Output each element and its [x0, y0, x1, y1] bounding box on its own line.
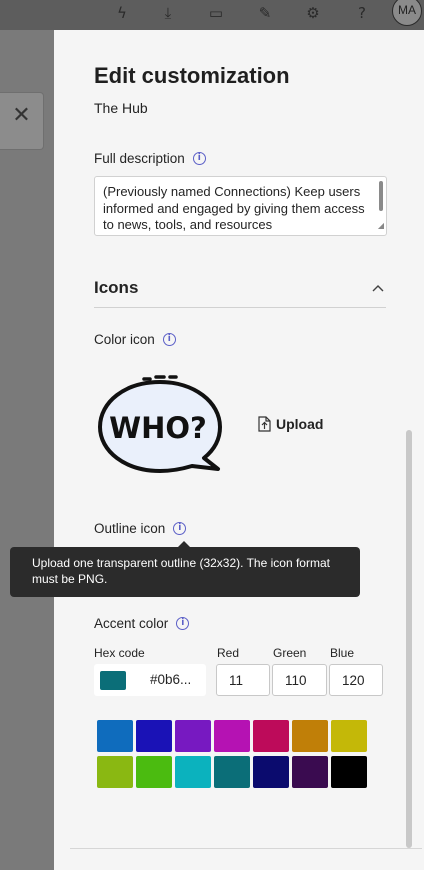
divider	[70, 848, 422, 849]
color-swatch[interactable]	[175, 720, 211, 752]
red-input[interactable]: 11	[216, 664, 270, 696]
color-icon-text: WHO?	[109, 411, 207, 445]
color-swatch[interactable]	[253, 720, 289, 752]
color-swatch[interactable]	[214, 720, 250, 752]
background-close-card: ✕	[0, 92, 44, 150]
blue-label: Blue	[330, 646, 355, 660]
info-icon[interactable]: i	[162, 333, 176, 346]
info-icon[interactable]: i	[173, 522, 187, 535]
blue-input[interactable]: 120	[329, 664, 383, 696]
edit-customization-panel: Edit customization The Hub Full descript…	[54, 30, 424, 870]
panel-title: Edit customization	[94, 63, 290, 88]
green-label: Green	[273, 646, 307, 660]
hex-code-label: Hex code	[94, 646, 145, 660]
accent-color-label-text: Accent color	[94, 616, 169, 631]
icons-section-title: Icons	[94, 278, 139, 297]
chevron-up-icon[interactable]	[372, 282, 384, 294]
full-description-label-text: Full description	[94, 151, 185, 166]
color-icon-label-text: Color icon	[94, 332, 155, 347]
color-swatch[interactable]	[292, 756, 328, 788]
color-swatch[interactable]	[292, 720, 328, 752]
color-swatch[interactable]	[97, 720, 133, 752]
accent-color-label: Accent color i	[94, 616, 190, 631]
green-input[interactable]: 110	[272, 664, 327, 696]
avatar[interactable]: MA	[392, 0, 422, 26]
lightning-icon[interactable]: ϟ	[111, 4, 133, 22]
help-icon[interactable]: ?	[351, 4, 373, 22]
speech-bubble-icon: WHO?	[98, 375, 222, 473]
gear-icon[interactable]: ⚙	[302, 4, 324, 22]
info-icon[interactable]: i	[192, 152, 206, 165]
edit-page-icon[interactable]: ✎	[254, 4, 276, 22]
outline-icon-label-text: Outline icon	[94, 521, 166, 536]
textarea-scrollbar[interactable]	[379, 181, 383, 211]
upload-button[interactable]: Upload	[258, 416, 323, 432]
terminal-icon[interactable]: ▭	[205, 4, 227, 22]
close-icon[interactable]: ✕	[0, 93, 43, 137]
upload-label: Upload	[276, 416, 324, 432]
resize-grip-icon[interactable]: ◢	[378, 218, 384, 235]
color-swatch[interactable]	[253, 756, 289, 788]
color-swatch[interactable]	[175, 756, 211, 788]
color-swatch[interactable]	[136, 720, 172, 752]
hex-code-input[interactable]: #0b6...	[94, 664, 206, 696]
info-icon[interactable]: i	[176, 617, 190, 630]
upload-icon	[258, 416, 271, 432]
download-icon[interactable]: ⤓	[157, 4, 179, 22]
outline-icon-tooltip: Upload one transparent outline (32x32). …	[10, 547, 360, 597]
full-description-label: Full description i	[94, 151, 206, 166]
color-swatch[interactable]	[214, 756, 250, 788]
current-color-swatch[interactable]	[100, 671, 126, 690]
color-swatch[interactable]	[136, 756, 172, 788]
hex-code-value: #0b6...	[150, 672, 192, 687]
panel-subtitle: The Hub	[94, 100, 148, 116]
color-swatch[interactable]	[97, 756, 133, 788]
color-icon-label: Color icon i	[94, 332, 176, 347]
outline-icon-label: Outline icon i	[94, 521, 187, 536]
background-app-bar: ϟ ⤓ ▭ ✎ ⚙ ? MA	[0, 0, 424, 30]
red-label: Red	[217, 646, 240, 660]
panel-scrollbar[interactable]	[406, 430, 412, 848]
color-swatch[interactable]	[331, 756, 367, 788]
full-description-textarea[interactable]: (Previously named Connections) Keep user…	[94, 176, 387, 236]
icons-section-header[interactable]: Icons	[94, 278, 386, 308]
color-swatch[interactable]	[331, 720, 367, 752]
full-description-value: (Previously named Connections) Keep user…	[103, 184, 365, 232]
